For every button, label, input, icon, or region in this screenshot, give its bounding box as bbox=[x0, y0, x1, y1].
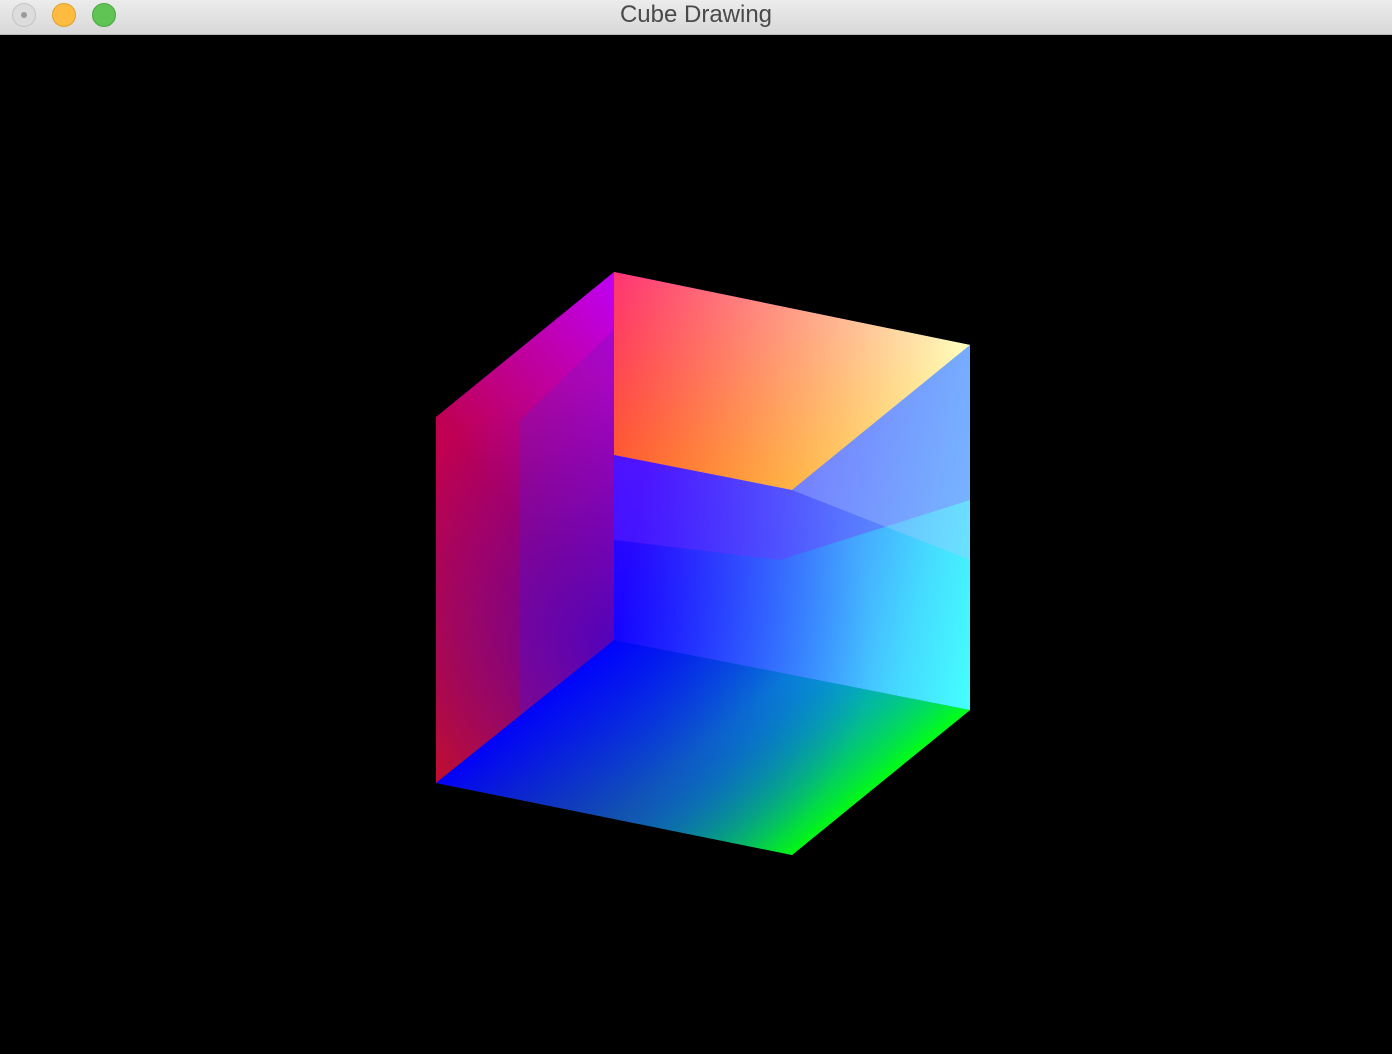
drawing-canvas[interactable] bbox=[0, 35, 1392, 1054]
title-bar[interactable]: Cube Drawing bbox=[0, 0, 1392, 35]
app-window: Cube Drawing bbox=[0, 0, 1392, 1054]
cube-rendering bbox=[436, 272, 970, 855]
window-title: Cube Drawing bbox=[619, 1, 773, 28]
